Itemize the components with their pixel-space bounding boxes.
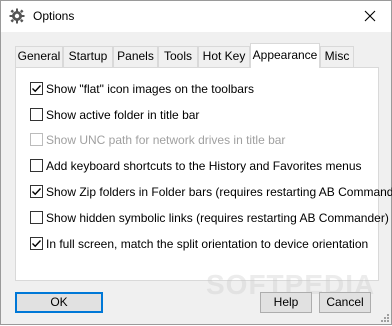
checkbox-unchecked[interactable] [30,108,43,121]
cancel-button[interactable]: Cancel [319,292,371,313]
option-label: Show active folder in title bar [46,108,200,122]
checkbox-checked[interactable] [30,185,43,198]
option-label: Add keyboard shortcuts to the History an… [46,159,362,173]
window-title: Options [33,9,75,23]
checkbox-disabled [30,133,43,146]
option-label: Show UNC path for network drives in titl… [46,133,286,147]
option-label: Show "flat" icon images on the toolbars [46,82,254,96]
appearance-panel: Show "flat" icon images on the toolbars … [15,67,392,281]
tab-panels[interactable]: Panels [113,46,158,67]
options-dialog: Options General Startup Panels Tools Hot… [0,0,392,325]
checkbox-checked[interactable] [30,82,43,95]
tab-general[interactable]: General [15,46,63,67]
tab-startup[interactable]: Startup [63,46,113,67]
help-button[interactable]: Help [260,292,312,313]
close-icon[interactable] [361,7,379,25]
tab-hot-key[interactable]: Hot Key [198,46,250,67]
option-label: Show hidden symbolic links (requires res… [46,211,389,225]
tab-tools[interactable]: Tools [158,46,198,67]
title-bar: Options [1,1,391,32]
gear-icon [9,8,25,24]
checkbox-unchecked[interactable] [30,159,43,172]
resize-grip-icon[interactable] [378,311,390,323]
tab-appearance[interactable]: Appearance [250,43,320,68]
option-label: In full screen, match the split orientat… [46,237,369,251]
checkbox-checked[interactable] [30,237,43,250]
checkbox-unchecked[interactable] [30,211,43,224]
option-label: Show Zip folders in Folder bars (require… [46,185,392,199]
tab-misc[interactable]: Misc [320,46,354,67]
ok-button[interactable]: OK [15,292,103,313]
